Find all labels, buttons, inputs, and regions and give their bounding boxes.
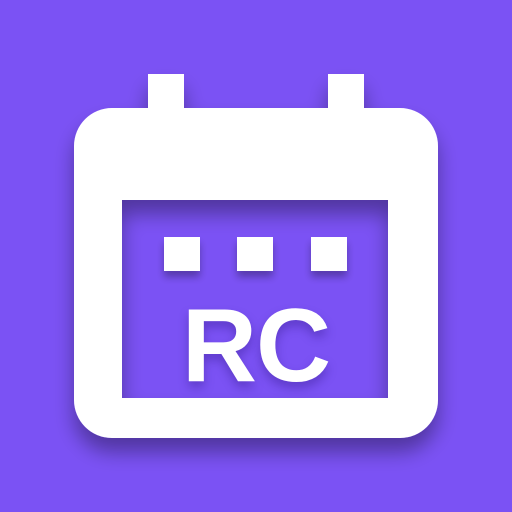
calendar-dot xyxy=(237,237,273,271)
calendar-dot xyxy=(164,237,200,271)
app-icon-label: RC xyxy=(181,288,331,404)
app-icon: RC xyxy=(0,0,512,512)
calendar-dot xyxy=(311,237,347,271)
calendar-icon xyxy=(74,74,438,438)
calendar-dots xyxy=(164,237,347,271)
